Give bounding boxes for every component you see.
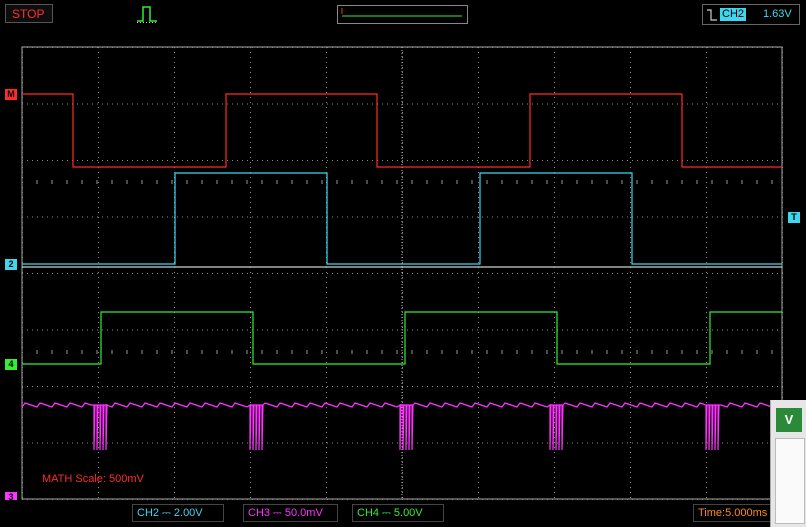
ch4-marker[interactable]: 4 <box>5 359 17 370</box>
memory-position-bar[interactable] <box>337 5 468 24</box>
memory-waveform-icon <box>341 8 462 17</box>
trigger-channel: CH2 <box>720 8 747 21</box>
ch4-scale[interactable]: CH4 ⎓ 5.00V <box>352 504 444 522</box>
timebase-scale[interactable]: Time:5.000ms <box>693 504 773 522</box>
trigger-edge-icon <box>707 9 717 21</box>
trigger-level: 1.63V <box>763 8 792 20</box>
side-widget-panel[interactable]: V <box>770 400 806 527</box>
top-toolbar: STOP CH2 1.63V <box>0 0 806 30</box>
ch2-marker[interactable]: 2 <box>5 259 17 270</box>
math-scale-label: MATH Scale: 500mV <box>42 473 144 485</box>
bottom-status-bar: CH2 ⎓ 2.00V CH3 ⎓ 50.0mV CH4 ⎓ 5.00V Tim… <box>0 500 806 527</box>
run-stop-indicator[interactable]: STOP <box>5 4 53 23</box>
ch3-scale[interactable]: CH3 ⎓ 50.0mV <box>243 504 338 522</box>
trigger-info[interactable]: CH2 1.63V <box>702 4 800 25</box>
trigger-level-marker[interactable]: T <box>788 212 800 223</box>
app-logo-icon: V <box>776 408 802 432</box>
math-marker[interactable]: M <box>5 89 17 100</box>
trigger-pulse-icon <box>137 6 157 23</box>
waveform-display[interactable] <box>0 30 806 500</box>
widget-list <box>775 438 805 524</box>
ch2-scale[interactable]: CH2 ⎓ 2.00V <box>132 504 224 522</box>
